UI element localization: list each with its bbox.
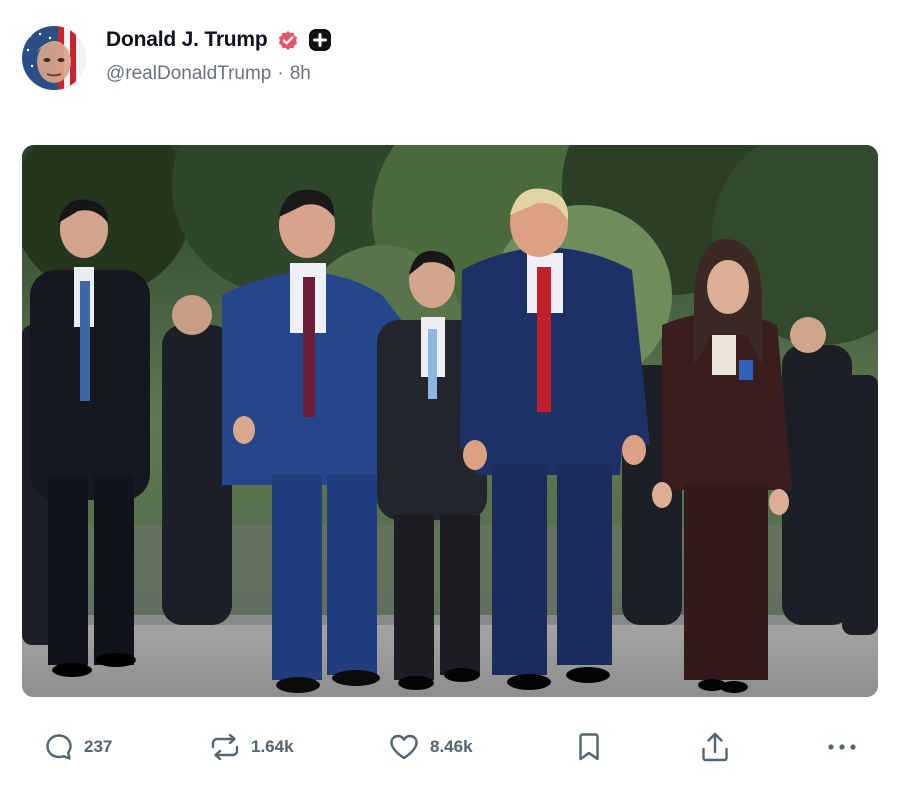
author-avatar[interactable] — [22, 26, 86, 90]
share-button[interactable] — [700, 725, 730, 769]
bookmark-icon — [577, 732, 601, 762]
separator-dot: · — [277, 63, 284, 84]
post-photo[interactable] — [22, 145, 878, 697]
share-icon — [700, 731, 730, 763]
author-handle[interactable]: @realDonaldTrump — [106, 63, 271, 85]
repost-icon — [209, 732, 241, 762]
repost-button[interactable]: 1.64k — [209, 725, 294, 769]
more-dots-icon — [826, 732, 858, 762]
post-actions-bar: 237 1.64k 8.46k — [0, 725, 898, 769]
post-card: Donald J. Trump @realDonaldTrump · 8h 23… — [0, 0, 898, 786]
verified-badge-icon — [276, 28, 300, 52]
more-options-button[interactable] — [826, 725, 858, 769]
author-handle-row: @realDonaldTrump · 8h — [106, 63, 311, 85]
avatar-image — [22, 26, 86, 90]
like-count: 8.46k — [430, 737, 473, 756]
reply-count: 237 — [84, 737, 113, 756]
post-timestamp[interactable]: 8h — [290, 63, 311, 85]
photo-scene — [22, 145, 878, 697]
reply-button[interactable]: 237 — [44, 725, 112, 769]
like-button[interactable]: 8.46k — [388, 725, 473, 769]
author-display-name[interactable]: Donald J. Trump — [106, 28, 268, 52]
bookmark-button[interactable] — [577, 725, 601, 769]
reply-icon — [44, 732, 74, 762]
repost-count: 1.64k — [251, 737, 294, 756]
heart-icon — [388, 732, 420, 762]
plus-badge-icon — [308, 28, 332, 52]
author-name-row: Donald J. Trump — [106, 26, 332, 54]
